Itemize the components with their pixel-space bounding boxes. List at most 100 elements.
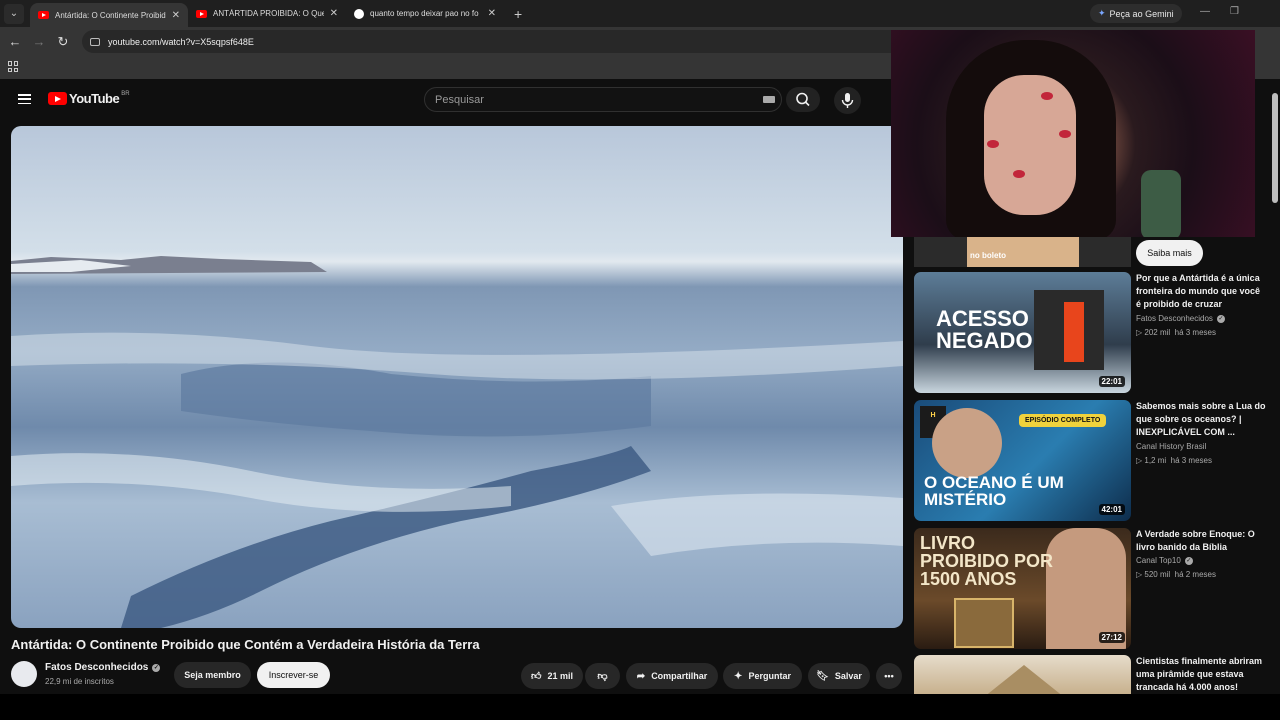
- search-button[interactable]: [786, 87, 820, 112]
- thumbnail-book: [954, 598, 1014, 648]
- subscribe-label: Inscrever-se: [268, 670, 319, 680]
- page-scrollbar[interactable]: [1272, 93, 1278, 203]
- thumbnail-text: ACESSO NEGADO: [936, 306, 1033, 353]
- dislike-button[interactable]: 👎︎: [585, 663, 620, 689]
- channel-avatar[interactable]: [11, 661, 37, 687]
- like-count: 21 mil: [547, 671, 573, 681]
- search-input[interactable]: Pesquisar: [424, 87, 782, 112]
- chevron-down-icon: ⌄: [9, 8, 19, 19]
- video-player[interactable]: [11, 126, 903, 628]
- kiss-mark: [1013, 170, 1025, 178]
- youtube-logo[interactable]: YouTube BR: [48, 91, 130, 106]
- sparkle-icon: ✦: [734, 670, 743, 682]
- recommendation-thumbnail[interactable]: [914, 655, 1131, 695]
- subscribe-button[interactable]: Inscrever-se: [257, 662, 330, 688]
- gemini-button[interactable]: ✦ Peça ao Gemini: [1090, 4, 1182, 23]
- keyboard-icon[interactable]: [763, 96, 775, 103]
- tab-title: Antártida: O Continente Proibid: [55, 10, 166, 20]
- channel-name-link[interactable]: Fatos Desconhecidos ✓: [45, 662, 161, 673]
- ask-label: Perguntar: [748, 671, 791, 681]
- url-text: youtube.com/watch?v=X5sqpsf648E: [108, 36, 254, 47]
- browser-tab[interactable]: quanto tempo deixar pao no fo ✕: [346, 0, 504, 27]
- like-button[interactable]: 👍︎ 21 mil: [521, 663, 583, 689]
- video-duration: 42:01: [1098, 504, 1125, 515]
- close-icon[interactable]: ✕: [172, 10, 180, 21]
- search-icon: [796, 92, 810, 107]
- join-label: Seja membro: [184, 670, 241, 680]
- forward-icon[interactable]: →: [27, 34, 51, 49]
- ad-thumbnail-text: no boleto: [970, 251, 1006, 260]
- recommendation-title[interactable]: Cientistas finalmente abriram uma pirâmi…: [1136, 655, 1266, 694]
- recommendation-thumbnail[interactable]: LIVRO PROIBIDO POR 1500 ANOS 27:12: [914, 528, 1131, 649]
- recommendation-thumbnail[interactable]: H EPISÓDIO COMPLETO O OCEANO É UM MISTÉR…: [914, 400, 1131, 521]
- restore-icon[interactable]: ❐: [1230, 6, 1239, 17]
- more-icon: •••: [884, 671, 894, 681]
- video-duration: 22:01: [1098, 376, 1125, 387]
- tab-search-button[interactable]: ⌄: [4, 3, 24, 24]
- ad-cta-label: Saiba mais: [1147, 248, 1192, 258]
- bottom-bar: [0, 694, 1280, 720]
- thumbnail-pyramid: [974, 665, 1074, 695]
- channel-name: Fatos Desconhecidos: [45, 662, 149, 673]
- upload-age: há 3 meses: [1174, 328, 1216, 337]
- thumbnail-badge: EPISÓDIO COMPLETO: [1019, 414, 1107, 427]
- more-actions-button[interactable]: •••: [876, 663, 902, 689]
- browser-tab-bar: ⌄ Antártida: O Continente Proibid ✕ ANTÁ…: [0, 0, 1280, 27]
- thumbnail-text: O OCEANO É UM MISTÉRIO: [924, 473, 1064, 509]
- upload-age: há 2 meses: [1174, 570, 1216, 579]
- share-button[interactable]: ➦ Compartilhar: [626, 663, 718, 689]
- webcam-overlay: [891, 30, 1255, 237]
- recommendation-title[interactable]: Por que a Antártida é a única fronteira …: [1136, 272, 1266, 311]
- browser-tab[interactable]: Antártida: O Continente Proibid ✕: [30, 3, 188, 27]
- view-count: 202 mil: [1144, 328, 1171, 337]
- recommendation-thumbnail[interactable]: ACESSO NEGADO 22:01: [914, 272, 1131, 393]
- voice-search-button[interactable]: [834, 87, 861, 114]
- menu-icon[interactable]: [18, 94, 31, 104]
- save-label: Salvar: [834, 671, 862, 681]
- view-count: 1,2 mi: [1144, 456, 1167, 465]
- close-icon[interactable]: ✕: [330, 8, 338, 19]
- youtube-icon: [38, 11, 49, 19]
- recommendation-meta: ▷ 1,2 mi há 3 meses: [1136, 456, 1212, 465]
- view-count: 520 mil: [1144, 570, 1171, 579]
- upload-age: há 3 meses: [1170, 456, 1212, 465]
- thumbs-down-icon: 👎︎: [597, 671, 608, 682]
- recommendation-title[interactable]: Sabemos mais sobre a Lua do que sobre os…: [1136, 400, 1266, 439]
- site-info-icon[interactable]: [90, 37, 100, 46]
- thumbnail-fire: [1064, 302, 1084, 362]
- share-label: Compartilhar: [651, 671, 708, 681]
- recommendation-channel[interactable]: Canal Top10 ✓: [1136, 556, 1193, 565]
- back-icon[interactable]: ←: [3, 34, 27, 49]
- reload-icon[interactable]: ↻: [51, 34, 75, 50]
- save-button[interactable]: 🔖︎ Salvar: [808, 663, 870, 689]
- minimize-icon[interactable]: —: [1200, 6, 1210, 17]
- new-tab-button[interactable]: +: [514, 6, 522, 22]
- subscriber-count: 22,9 mi de inscritos: [45, 677, 114, 686]
- country-code: BR: [121, 91, 130, 97]
- tab-title: quanto tempo deixar pao no fo: [370, 9, 479, 18]
- thumbs-up-icon: 👍︎: [531, 671, 542, 682]
- ad-thumbnail[interactable]: no boleto: [914, 237, 1131, 267]
- video-title: Antártida: O Continente Proibido que Con…: [11, 637, 480, 652]
- join-button[interactable]: Seja membro: [174, 662, 251, 688]
- verified-icon: ✓: [1184, 556, 1193, 565]
- recommendation-meta: ▷ 202 mil há 3 meses: [1136, 328, 1216, 337]
- close-icon[interactable]: ✕: [488, 8, 496, 19]
- browser-tab[interactable]: ANTÁRTIDA PROIBIDA: O Que e ✕: [188, 0, 346, 27]
- ask-button[interactable]: ✦ Perguntar: [723, 663, 802, 689]
- recommendation-channel-name: Canal History Brasil: [1136, 442, 1207, 451]
- ad-cta-button[interactable]: Saiba mais: [1136, 240, 1203, 266]
- youtube-icon: [196, 9, 207, 18]
- youtube-logo-text: YouTube: [69, 91, 120, 106]
- apps-icon[interactable]: [8, 61, 19, 72]
- kiss-mark: [1041, 92, 1053, 100]
- youtube-logo-icon: [48, 92, 67, 105]
- recommendation-channel[interactable]: Fatos Desconhecidos ✓: [1136, 314, 1225, 323]
- tab-title: ANTÁRTIDA PROIBIDA: O Que e: [213, 9, 324, 18]
- video-frame: [11, 256, 903, 628]
- webcam-microphone: [1141, 170, 1181, 237]
- gemini-icon: ✦: [1098, 8, 1106, 18]
- search-placeholder: Pesquisar: [435, 93, 484, 106]
- recommendation-channel[interactable]: Canal History Brasil: [1136, 442, 1206, 451]
- recommendation-title[interactable]: A Verdade sobre Enoque: O livro banido d…: [1136, 528, 1266, 554]
